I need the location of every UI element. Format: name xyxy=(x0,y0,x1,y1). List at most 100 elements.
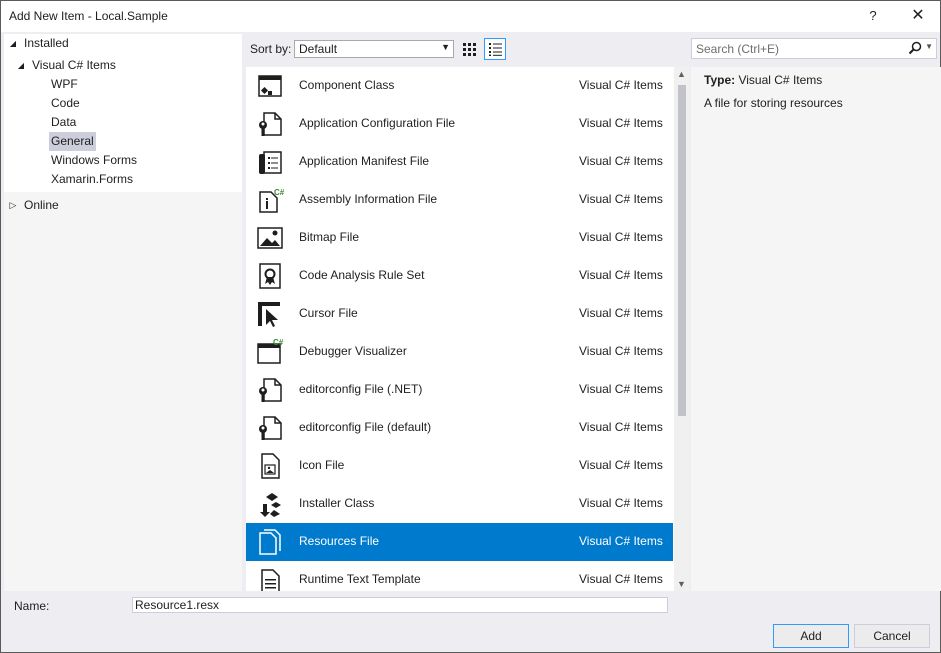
text-template-icon xyxy=(261,569,280,591)
tree-label-xamarin-forms: Xamarin.Forms xyxy=(51,172,134,186)
tree-item-data[interactable]: Data xyxy=(4,113,242,132)
collapsed-arrow-icon[interactable]: ▷ xyxy=(8,196,18,215)
grid-view-button[interactable] xyxy=(458,38,480,60)
scroll-up-icon[interactable]: ▲ xyxy=(677,69,686,79)
item-category: Visual C# Items xyxy=(579,382,663,396)
close-button[interactable]: ✕ xyxy=(906,5,930,27)
list-item[interactable]: Bitmap File Visual C# Items xyxy=(246,219,673,257)
type-row: Type: Visual C# Items xyxy=(704,73,822,87)
tree-label-windows-forms: Windows Forms xyxy=(51,153,138,167)
type-label: Type: xyxy=(704,73,736,87)
tree-item-installed[interactable]: ◢ Installed xyxy=(4,34,242,53)
item-name: editorconfig File (default) xyxy=(299,420,432,434)
grid-view-icon xyxy=(463,43,476,56)
search-box[interactable]: Search (Ctrl+E) ▼ xyxy=(691,38,937,59)
list-scrollbar[interactable]: ▲ ▼ xyxy=(674,67,689,591)
tree-label-code: Code xyxy=(51,96,80,110)
item-name: Cursor File xyxy=(299,306,358,320)
item-category: Visual C# Items xyxy=(579,154,663,168)
component-class-icon xyxy=(258,75,282,97)
tree-item-windows-forms[interactable]: Windows Forms xyxy=(4,151,242,170)
tree-label-wpf: WPF xyxy=(51,77,78,91)
tree-item-wpf[interactable]: WPF xyxy=(4,75,242,94)
name-field[interactable] xyxy=(132,597,668,613)
sort-value: Default xyxy=(299,42,338,56)
item-name: Application Configuration File xyxy=(299,116,456,130)
tree-label-installed: Installed xyxy=(24,36,69,50)
list-item[interactable]: editorconfig File (.NET) Visual C# Items xyxy=(246,371,673,409)
list-item-selected[interactable]: Resources File Visual C# Items xyxy=(246,523,673,561)
cancel-button[interactable]: Cancel xyxy=(854,624,930,648)
category-tree: ◢ Installed ◢ Visual C# Items WPF Code D… xyxy=(4,34,242,591)
item-category: Visual C# Items xyxy=(579,420,663,434)
sort-label: Sort by: xyxy=(250,42,292,56)
tree-item-online[interactable]: ▷ Online xyxy=(4,196,242,215)
list-item[interactable]: Installer Class Visual C# Items xyxy=(246,485,673,523)
tree-label-online: Online xyxy=(24,198,59,212)
list-view-icon xyxy=(489,43,502,56)
editorconfig-icon xyxy=(259,378,282,402)
item-name: Assembly Information File xyxy=(299,192,438,206)
item-name: Runtime Text Template xyxy=(299,572,421,586)
item-name: Code Analysis Rule Set xyxy=(299,268,425,282)
chevron-down-icon: ▼ xyxy=(441,42,450,52)
svg-text:C#: C# xyxy=(274,188,284,197)
editorconfig-icon xyxy=(259,416,282,440)
tree-label-visual-csharp: Visual C# Items xyxy=(32,58,116,72)
tree-item-general[interactable]: General xyxy=(4,132,242,151)
rule-set-icon xyxy=(259,263,281,289)
installer-icon xyxy=(260,493,281,517)
list-item[interactable]: Cursor File Visual C# Items xyxy=(246,295,673,333)
icon-file-icon xyxy=(261,453,280,479)
list-item[interactable]: C# Assembly Information File Visual C# I… xyxy=(246,181,673,219)
item-name: Debugger Visualizer xyxy=(299,344,407,358)
list-item[interactable]: editorconfig File (default) Visual C# It… xyxy=(246,409,673,447)
add-new-item-dialog: Add New Item - Local.Sample ? ✕ ◢ Instal… xyxy=(0,0,941,653)
item-category: Visual C# Items xyxy=(579,192,663,206)
item-category: Visual C# Items xyxy=(579,116,663,130)
item-category: Visual C# Items xyxy=(579,572,663,586)
add-button[interactable]: Add xyxy=(773,624,849,648)
item-name: editorconfig File (.NET) xyxy=(299,382,423,396)
help-button[interactable]: ? xyxy=(861,5,885,27)
item-name: Icon File xyxy=(299,458,345,472)
item-category: Visual C# Items xyxy=(579,458,663,472)
item-name: Application Manifest File xyxy=(299,154,430,168)
debugger-visualizer-icon: C# xyxy=(257,338,284,364)
search-icon[interactable] xyxy=(908,41,922,55)
title-bar: Add New Item - Local.Sample ? ✕ xyxy=(1,1,940,32)
list-item[interactable]: Component Class Visual C# Items xyxy=(246,67,673,105)
scroll-down-icon[interactable]: ▼ xyxy=(677,579,686,589)
list-item[interactable]: Application Manifest File Visual C# Item… xyxy=(246,143,673,181)
chevron-down-icon[interactable]: ▼ xyxy=(925,42,933,51)
template-list: Component Class Visual C# Items Applicat… xyxy=(246,67,674,591)
list-item[interactable]: Application Configuration File Visual C#… xyxy=(246,105,673,143)
installed-group: ◢ Installed ◢ Visual C# Items WPF Code D… xyxy=(4,34,242,192)
tree-item-visual-csharp[interactable]: ◢ Visual C# Items xyxy=(4,56,242,75)
sort-toolbar: Sort by: Default ▼ xyxy=(246,38,676,60)
expanded-arrow-icon[interactable]: ◢ xyxy=(16,56,26,75)
item-name: Resources File xyxy=(299,534,380,548)
assembly-info-icon: C# xyxy=(259,188,284,213)
list-item[interactable]: Runtime Text Template Visual C# Items xyxy=(246,561,673,591)
search-input[interactable]: Search (Ctrl+E) xyxy=(696,42,779,56)
list-item[interactable]: C# Debugger Visualizer Visual C# Items xyxy=(246,333,673,371)
item-name: Installer Class xyxy=(299,496,375,510)
scroll-thumb[interactable] xyxy=(678,85,686,416)
details-pane: Type: Visual C# Items A file for storing… xyxy=(691,67,941,591)
tree-item-code[interactable]: Code xyxy=(4,94,242,113)
item-name: Bitmap File xyxy=(299,230,360,244)
item-category: Visual C# Items xyxy=(579,344,663,358)
tree-item-xamarin-forms[interactable]: Xamarin.Forms xyxy=(4,170,242,192)
item-name: Component Class xyxy=(299,78,395,92)
expanded-arrow-icon[interactable]: ◢ xyxy=(8,34,18,53)
item-category: Visual C# Items xyxy=(579,268,663,282)
resources-file-icon xyxy=(259,529,281,555)
list-item[interactable]: Icon File Visual C# Items xyxy=(246,447,673,485)
list-view-button[interactable] xyxy=(484,38,506,60)
item-description: A file for storing resources xyxy=(704,96,843,110)
name-label: Name: xyxy=(14,599,50,613)
sort-dropdown[interactable]: Default ▼ xyxy=(294,40,454,58)
type-value: Visual C# Items xyxy=(738,73,823,87)
list-item[interactable]: Code Analysis Rule Set Visual C# Items xyxy=(246,257,673,295)
